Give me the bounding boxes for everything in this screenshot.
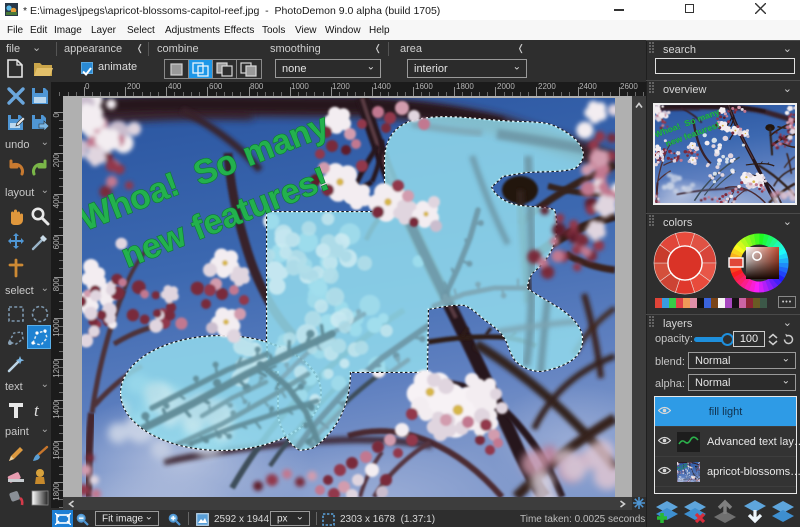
svg-text:t: t xyxy=(34,401,40,420)
